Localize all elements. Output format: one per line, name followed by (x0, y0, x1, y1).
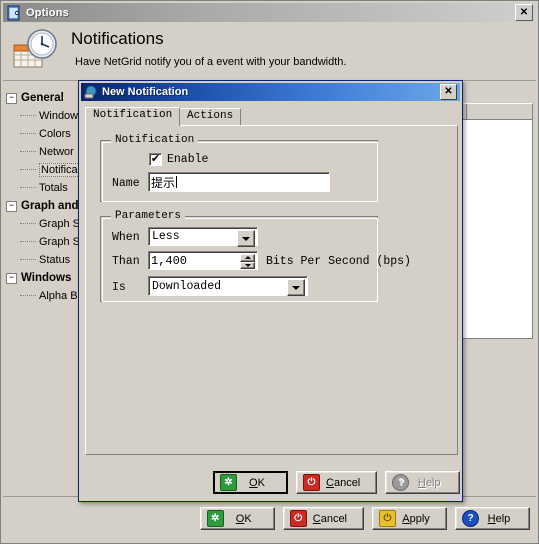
collapse-icon[interactable]: − (6, 92, 17, 104)
tab-actions[interactable]: Actions (179, 108, 242, 126)
when-select-value: Less (152, 230, 180, 243)
cancel-button[interactable]: ⏻ Cancel (282, 507, 364, 530)
dialog-help-label: Help (417, 476, 441, 489)
page-title: Notifications (71, 29, 164, 48)
name-input-value: 提示 (151, 176, 176, 191)
name-input[interactable]: 提示 (148, 172, 330, 192)
column-header-value[interactable] (467, 104, 532, 119)
apply-yellow-icon: ⏻ (379, 510, 396, 527)
is-label: Is (112, 281, 126, 294)
tree-item-label: Colors (39, 128, 71, 140)
notification-groupbox: Notification (100, 134, 378, 202)
than-stepper[interactable]: 1,400 (148, 251, 258, 270)
enable-label: Enable (167, 153, 209, 166)
tree-connector (20, 187, 36, 189)
new-notification-icon (84, 85, 98, 99)
is-select[interactable]: Downloaded (148, 276, 308, 296)
tree-group-label: General (21, 92, 64, 104)
page-header: Notifications Have NetGrid notify you of… (3, 23, 536, 81)
tree-group-label: Graph and (21, 200, 79, 212)
dialog-tabstrip: Notification Actions (85, 107, 458, 126)
tree-connector (20, 223, 36, 225)
tree-connector (20, 169, 36, 171)
tab-notification[interactable]: Notification (85, 107, 181, 126)
help-gray-icon: ? (392, 474, 410, 491)
dialog-titlebar[interactable]: New Notification ✕ (81, 83, 460, 101)
collapse-icon[interactable]: − (6, 200, 17, 212)
dialog-button-bar: ✲ OK ⏻ Cancel ? Help (213, 471, 461, 494)
is-select-value: Downloaded (152, 279, 222, 293)
when-label: When (112, 231, 140, 244)
ok-button[interactable]: ✲ OK (199, 507, 275, 530)
text-caret (176, 176, 178, 188)
tree-item-label: Graph S (39, 218, 80, 230)
chevron-down-icon[interactable] (237, 230, 255, 247)
notification-tab-panel: Notification ✔ Enable Name 提示 Parameters… (85, 125, 458, 455)
tree-item-label: Networ (39, 146, 74, 158)
tree-group-label: Windows (21, 272, 72, 284)
tree-connector (20, 259, 36, 261)
tree-item-label: Notifica (39, 163, 80, 177)
chevron-down-icon[interactable] (287, 279, 305, 296)
spinner-buttons[interactable] (240, 254, 255, 269)
spinner-down-icon[interactable] (240, 261, 255, 269)
tree-connector (20, 151, 36, 153)
ok-green-icon: ✲ (206, 510, 224, 527)
cancel-button-label: Cancel (312, 512, 347, 525)
calendar-clock-icon (11, 27, 63, 75)
dialog-cancel-button[interactable]: ⏻ Cancel (296, 471, 378, 494)
than-value: 1,400 (151, 253, 188, 268)
apply-button[interactable]: ⏻ Apply (372, 507, 447, 530)
help-button-label: Help (487, 512, 511, 525)
tree-item-label: Window (39, 110, 79, 122)
help-blue-icon: ? (462, 510, 479, 527)
dialog-ok-button[interactable]: ✲ OK (213, 471, 288, 494)
dialog-help-button[interactable]: ? Help (385, 471, 461, 494)
options-titlebar[interactable]: Options ✕ (3, 3, 536, 22)
tree-item-label: Alpha B (39, 290, 78, 302)
options-window-title: Options (26, 6, 69, 19)
name-label: Name (112, 177, 140, 190)
options-button-bar: ✲ OK ⏻ Cancel ⏻ Apply ? Help (3, 496, 536, 541)
tree-connector (20, 133, 36, 135)
tree-item-label: Status (39, 254, 71, 266)
than-label: Than (112, 255, 140, 268)
ok-button-label: OK (235, 512, 252, 525)
tree-connector (20, 115, 36, 117)
cancel-red-icon: ⏻ (303, 474, 320, 491)
new-notification-dialog: New Notification ✕ Notification Actions … (78, 80, 463, 502)
collapse-icon[interactable]: − (6, 272, 17, 284)
options-window-icon (6, 5, 22, 21)
spinner-up-icon[interactable] (240, 254, 255, 262)
tree-item-label: Graph S (39, 236, 80, 248)
dialog-title: New Notification (102, 86, 189, 98)
apply-button-label: Apply (402, 512, 430, 525)
when-select[interactable]: Less (148, 227, 258, 247)
enable-checkbox[interactable]: ✔ (149, 153, 162, 166)
page-subtitle: Have NetGrid notify you of a event with … (75, 56, 347, 68)
than-unit-label: Bits Per Second (bps) (266, 255, 411, 268)
close-icon[interactable]: ✕ (440, 84, 457, 100)
close-icon[interactable]: ✕ (515, 4, 533, 21)
dialog-ok-label: OK (249, 476, 265, 489)
cancel-red-icon: ⏻ (289, 510, 307, 527)
tree-connector (20, 295, 36, 297)
ok-green-icon: ✲ (220, 474, 237, 491)
tree-connector (20, 241, 36, 243)
help-button[interactable]: ? Help (455, 507, 530, 530)
tree-item-label: Totals (39, 182, 68, 194)
notification-group-title: Notification (111, 134, 199, 146)
dialog-cancel-label: Cancel (326, 476, 361, 489)
parameters-group-title: Parameters (111, 210, 186, 222)
